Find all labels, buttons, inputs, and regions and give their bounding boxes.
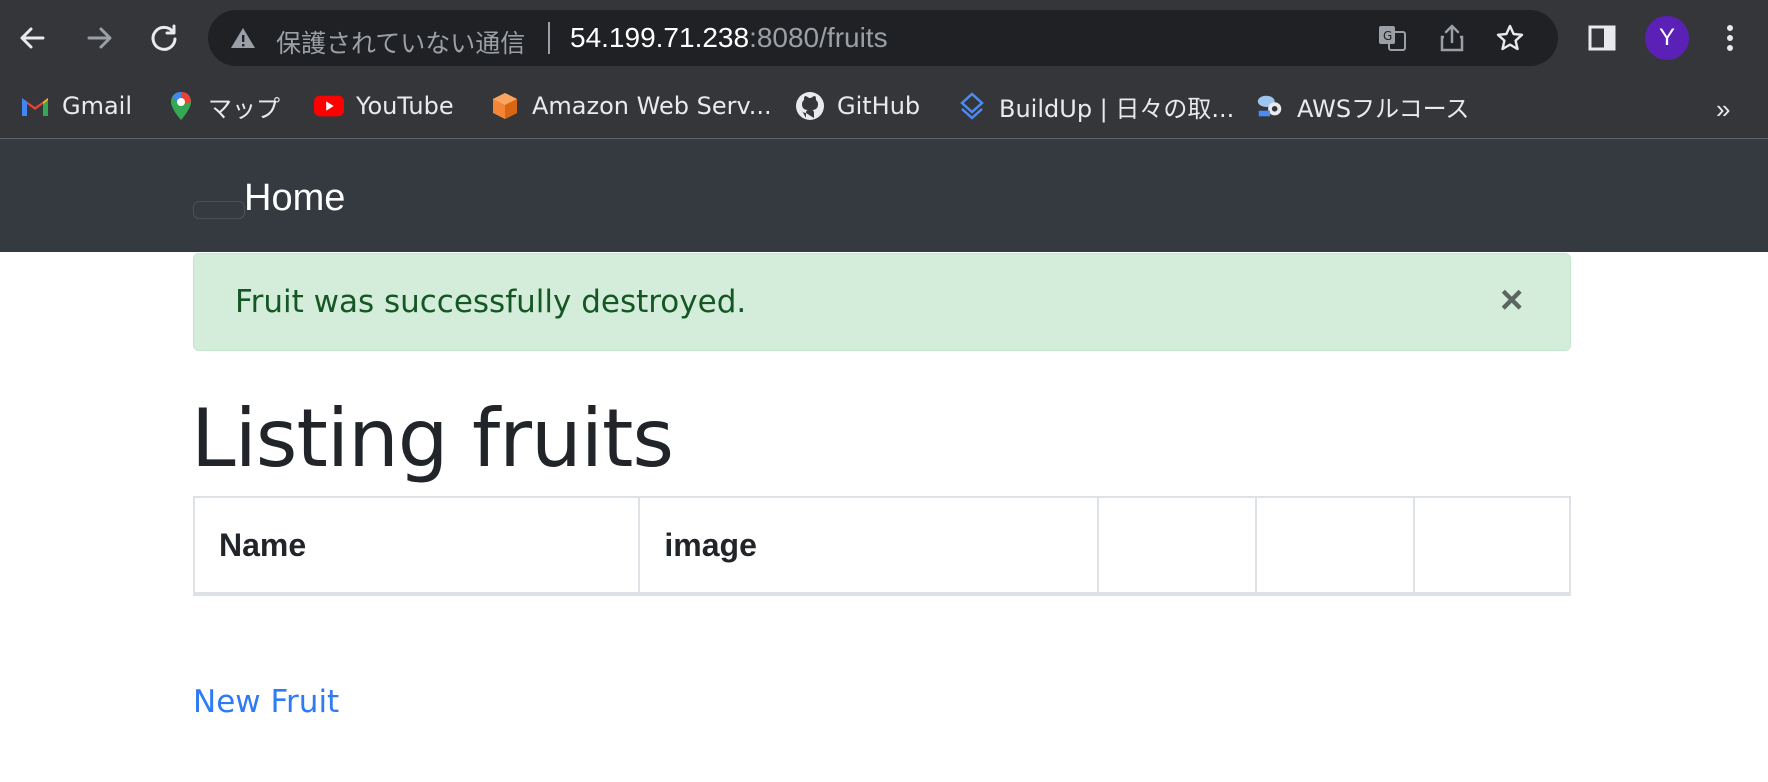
share-icon[interactable] [1434, 20, 1470, 56]
svg-text:G: G [1383, 29, 1392, 43]
reload-icon[interactable] [144, 18, 184, 58]
browser-toolbar: 保護されていない通信 54.199.71.238:8080/fruits G Y [0, 0, 1768, 76]
bookmark-label: YouTube [356, 92, 454, 120]
column-header-action-1 [1096, 496, 1258, 596]
column-header-action-2 [1255, 496, 1416, 596]
bookmark-label: マップ [208, 94, 280, 123]
bookmark-label: AWSフルコース [1297, 94, 1470, 123]
kebab-menu-icon[interactable] [1710, 18, 1750, 58]
column-header-image: image [638, 496, 1099, 596]
bookmark-label: BuildUp | 日々の取... [999, 94, 1235, 123]
fruits-table: Name image [192, 496, 1571, 596]
warning-icon[interactable] [230, 26, 256, 55]
gmail-icon [20, 91, 50, 121]
app-navbar: Home [0, 139, 1768, 252]
url-host: 54.199.71.238 [570, 22, 750, 53]
bookmark-aws[interactable]: Amazon Web Serv... [490, 86, 772, 126]
bookmark-aws-course[interactable]: AWSフルコース [1255, 86, 1469, 126]
back-icon[interactable] [12, 18, 52, 58]
bookmark-label: GitHub [837, 92, 921, 120]
bookmark-github[interactable]: GitHub [795, 86, 920, 126]
star-icon[interactable] [1492, 20, 1528, 56]
address-bar[interactable]: 保護されていない通信 54.199.71.238:8080/fruits G [208, 10, 1558, 66]
alert-message: Fruit was successfully destroyed. [235, 284, 747, 320]
translate-icon[interactable]: G [1374, 20, 1410, 56]
success-alert: Fruit was successfully destroyed. × [193, 253, 1571, 351]
bookmark-label: Amazon Web Serv... [532, 92, 772, 120]
column-header-name: Name [192, 496, 641, 596]
youtube-icon [314, 91, 344, 121]
bookmark-label: Gmail [62, 92, 133, 120]
maps-icon [166, 91, 196, 121]
security-label[interactable]: 保護されていない通信 [276, 24, 525, 60]
aws-icon [490, 91, 520, 121]
alert-close-button[interactable]: × [1500, 280, 1523, 320]
side-panel-icon[interactable] [1582, 18, 1622, 58]
url-path: :8080/fruits [749, 22, 888, 53]
navbar-toggler-button[interactable] [193, 201, 245, 219]
bookmark-maps[interactable]: マップ [166, 86, 280, 126]
aws-course-icon [1255, 91, 1285, 121]
address-separator [548, 22, 550, 54]
bookmarks-overflow-button[interactable]: » [1716, 94, 1730, 125]
new-fruit-link[interactable]: New Fruit [193, 684, 339, 720]
github-icon [795, 91, 825, 121]
profile-avatar[interactable]: Y [1645, 16, 1689, 60]
forward-icon[interactable] [80, 18, 120, 58]
bookmark-youtube[interactable]: YouTube [314, 86, 454, 126]
table-header-row: Name image [192, 496, 1571, 596]
url-text[interactable]: 54.199.71.238:8080/fruits [570, 22, 888, 54]
bookmark-buildup[interactable]: BuildUp | 日々の取... [957, 86, 1234, 126]
navbar-brand-home[interactable]: Home [244, 177, 345, 220]
page-title: Listing fruits [191, 392, 674, 485]
bookmarks-bar: Gmail マップ YouTube Amazon Web Serv... Git… [0, 76, 1768, 139]
buildup-icon [957, 91, 987, 121]
bookmark-gmail[interactable]: Gmail [20, 86, 132, 126]
column-header-action-3 [1413, 496, 1571, 596]
